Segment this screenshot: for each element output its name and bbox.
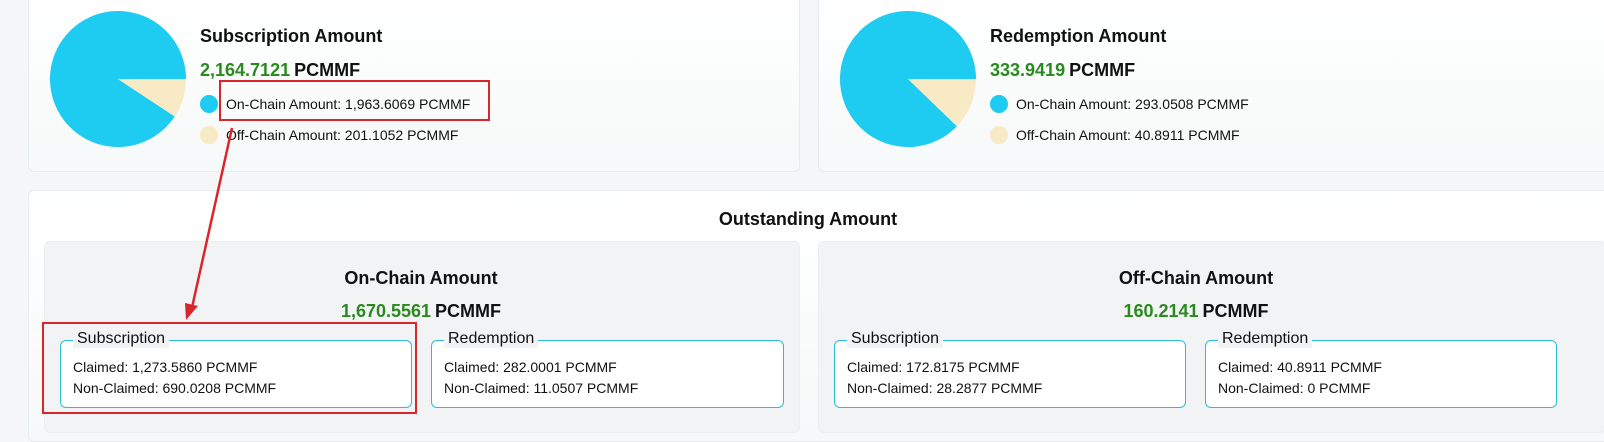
redemption-total-value: 333.9419	[990, 60, 1066, 80]
subscription-pie-chart	[50, 10, 186, 148]
onchain-amount-title: On-Chain Amount	[344, 268, 498, 288]
redemption-legend-onchain: On-Chain Amount: 293.0508 PCMMF	[990, 95, 1249, 113]
outstanding-amount-title: Outstanding Amount	[718, 209, 898, 229]
offchain-redemption-legend: Redemption	[1218, 330, 1313, 348]
subscription-total-value: 2,164.7121	[200, 60, 291, 80]
onchain-amount-value: 1,670.5561	[340, 301, 432, 321]
onchain-redemption-claimed: Claimed: 282.0001 PCMMF	[444, 359, 617, 375]
offchain-redemption-claimed: Claimed: 40.8911 PCMMF	[1218, 359, 1382, 375]
onchain-redemption-group: Redemption Claimed: 282.0001 PCMMF Non-C…	[431, 330, 784, 408]
offchain-amount-title: Off-Chain Amount	[1118, 268, 1274, 288]
offchain-color-dot	[200, 126, 218, 144]
subscription-legend-offchain: Off-Chain Amount: 201.1052 PCMMF	[200, 126, 458, 144]
redemption-pie-chart	[840, 10, 976, 148]
onchain-amount-total: 1,670.5561 PCMMF	[44, 301, 798, 322]
subscription-offchain-label: Off-Chain Amount: 201.1052 PCMMF	[226, 127, 459, 143]
offchain-subscription-group: Subscription Claimed: 172.8175 PCMMF Non…	[834, 330, 1186, 408]
subscription-total: 2,164.7121 PCMMF	[200, 60, 360, 81]
offchain-redemption-group: Redemption Claimed: 40.8911 PCMMF Non-Cl…	[1205, 330, 1557, 408]
offchain-amount-unit: PCMMF	[1202, 301, 1269, 321]
onchain-color-dot	[990, 95, 1008, 113]
subscription-amount-title: Subscription Amount	[200, 26, 383, 46]
onchain-amount-unit: PCMMF	[435, 301, 502, 321]
redemption-onchain-label: On-Chain Amount: 293.0508 PCMMF	[1016, 96, 1249, 112]
offchain-amount-total: 160.2141 PCMMF	[818, 301, 1574, 322]
onchain-redemption-legend: Redemption	[444, 330, 539, 348]
offchain-redemption-nonclaimed: Non-Claimed: 0 PCMMF	[1218, 380, 1371, 396]
onchain-color-dot	[200, 95, 218, 113]
redemption-offchain-label: Off-Chain Amount: 40.8911 PCMMF	[1016, 127, 1240, 143]
offchain-subscription-claimed: Claimed: 172.8175 PCMMF	[847, 359, 1020, 375]
offchain-subscription-nonclaimed: Non-Claimed: 28.2877 PCMMF	[847, 380, 1043, 396]
offchain-color-dot	[990, 126, 1008, 144]
redemption-total-unit: PCMMF	[1069, 60, 1136, 80]
redemption-legend-offchain: Off-Chain Amount: 40.8911 PCMMF	[990, 126, 1240, 144]
offchain-amount-value: 160.2141	[1123, 301, 1199, 321]
annotation-highlight-onchain-legend	[219, 80, 490, 121]
onchain-redemption-nonclaimed: Non-Claimed: 11.0507 PCMMF	[444, 380, 639, 396]
offchain-subscription-legend: Subscription	[847, 330, 944, 348]
redemption-total: 333.9419 PCMMF	[990, 60, 1135, 81]
subscription-total-unit: PCMMF	[294, 60, 361, 80]
annotation-highlight-subscription-group	[42, 322, 417, 414]
redemption-amount-title: Redemption Amount	[990, 26, 1167, 46]
